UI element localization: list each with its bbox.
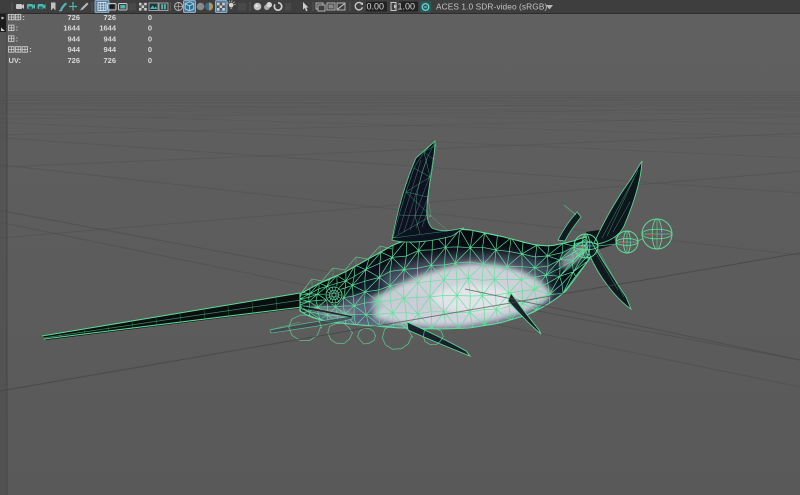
svg-text:UV:: UV: — [9, 56, 22, 65]
svg-text:944: 944 — [103, 45, 116, 54]
svg-text:726: 726 — [103, 13, 116, 22]
svg-text::: : — [29, 45, 32, 54]
svg-text:0.00: 0.00 — [366, 2, 384, 12]
svg-text::: : — [16, 34, 19, 43]
svg-text:0: 0 — [148, 13, 152, 22]
svg-text:0: 0 — [148, 24, 152, 33]
svg-text:ACES 1.0 SDR-video (sRGB): ACES 1.0 SDR-video (sRGB) — [436, 2, 547, 12]
svg-text:944: 944 — [103, 34, 116, 43]
svg-text:944: 944 — [67, 45, 80, 54]
svg-text:1644: 1644 — [63, 24, 81, 33]
svg-text:0: 0 — [148, 45, 152, 54]
svg-text:1644: 1644 — [99, 24, 117, 33]
svg-text:944: 944 — [67, 34, 80, 43]
svg-text:0: 0 — [148, 34, 152, 43]
svg-text::: : — [16, 24, 19, 33]
svg-text:726: 726 — [67, 13, 80, 22]
svg-text:1.00: 1.00 — [397, 2, 415, 12]
svg-text:0: 0 — [148, 56, 152, 65]
svg-text:726: 726 — [67, 56, 80, 65]
svg-text:726: 726 — [103, 56, 116, 65]
svg-text::: : — [22, 13, 25, 22]
